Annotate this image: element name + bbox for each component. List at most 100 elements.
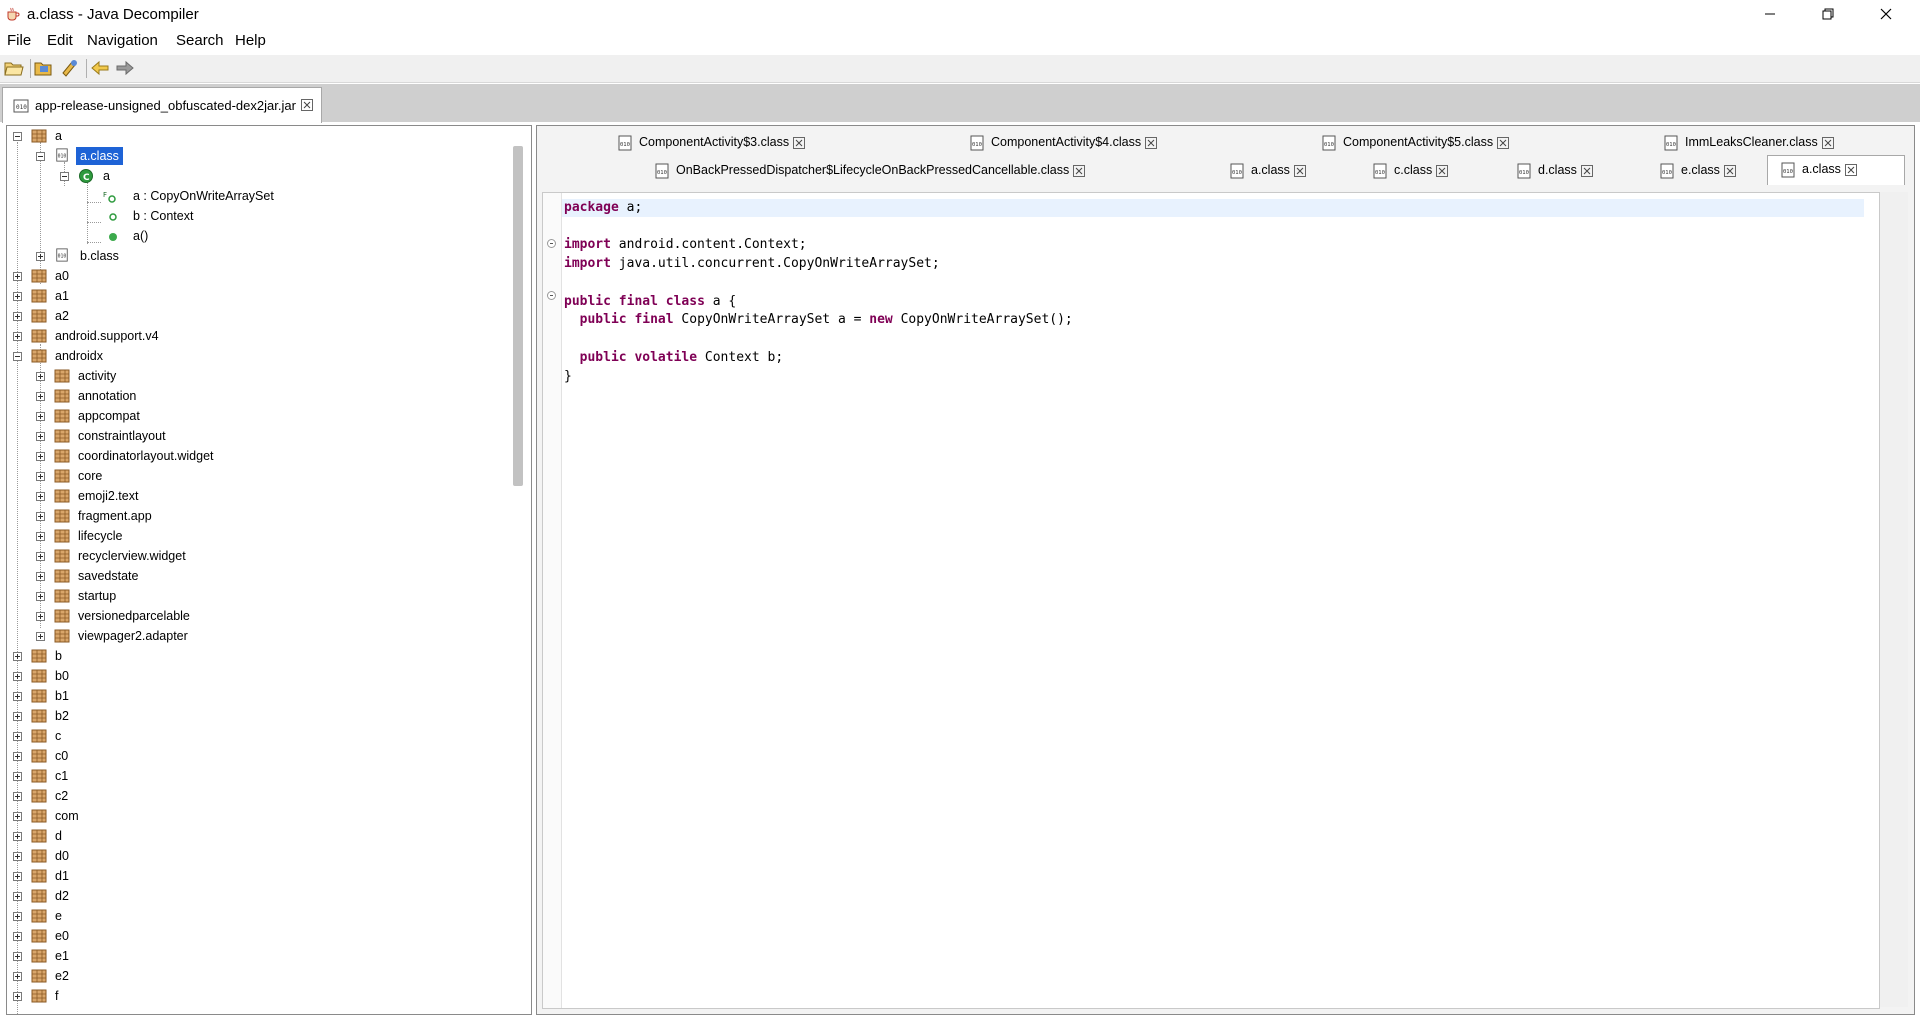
close-tab-icon[interactable]: [1723, 164, 1736, 177]
tree-node-package[interactable]: startup: [7, 586, 507, 606]
tree-node-package[interactable]: com: [7, 806, 507, 826]
menu-help[interactable]: Help: [235, 32, 266, 49]
expand-toggle[interactable]: [13, 672, 22, 681]
menu-search[interactable]: Search: [176, 32, 224, 49]
expand-toggle[interactable]: [13, 272, 22, 281]
expand-toggle[interactable]: [13, 772, 22, 781]
tree-node-package[interactable]: lifecycle: [7, 526, 507, 546]
tree-node-package[interactable]: f: [7, 986, 507, 1006]
fold-toggle[interactable]: [547, 239, 556, 248]
tree-node-package[interactable]: c2: [7, 786, 507, 806]
tree-node-package[interactable]: a0: [7, 266, 507, 286]
tree-node-package[interactable]: recyclerview.widget: [7, 546, 507, 566]
tree-node-package[interactable]: androidx: [7, 346, 507, 366]
close-tab-icon[interactable]: [1821, 136, 1834, 149]
expand-toggle[interactable]: [13, 332, 22, 341]
tree-node-package[interactable]: fragment.app: [7, 506, 507, 526]
expand-toggle[interactable]: [13, 952, 22, 961]
class-tab[interactable]: 010 OnBackPressedDispatcher$LifecycleOnBa…: [654, 157, 1086, 183]
open-folder-icon[interactable]: [34, 59, 54, 77]
package-tree[interactable]: a 010 a.class C a F a : CopyOnWriteArray…: [6, 125, 532, 1015]
expand-toggle[interactable]: [13, 352, 22, 361]
tree-node-package[interactable]: c: [7, 726, 507, 746]
code-editor[interactable]: package a; import android.content.Contex…: [542, 192, 1880, 1009]
tree-node-package[interactable]: activity: [7, 366, 507, 386]
close-tab-icon[interactable]: [1844, 163, 1857, 176]
tree-node-package[interactable]: d0: [7, 846, 507, 866]
expand-toggle[interactable]: [13, 712, 22, 721]
tree-node-field[interactable]: F a : CopyOnWriteArraySet: [7, 186, 507, 206]
expand-toggle[interactable]: [36, 452, 45, 461]
expand-toggle[interactable]: [13, 292, 22, 301]
expand-toggle[interactable]: [13, 652, 22, 661]
close-tab-icon[interactable]: [1436, 164, 1449, 177]
file-tab-jar[interactable]: 010 app-release-unsigned_obfuscated-dex2…: [2, 87, 322, 123]
class-tab-active[interactable]: 010 a.class: [1767, 155, 1905, 185]
tree-node-package[interactable]: annotation: [7, 386, 507, 406]
close-tab-icon[interactable]: [1580, 164, 1593, 177]
tree-node-package[interactable]: core: [7, 466, 507, 486]
tree-node-package[interactable]: b0: [7, 666, 507, 686]
tree-node-package[interactable]: d2: [7, 886, 507, 906]
expand-toggle[interactable]: [36, 632, 45, 641]
close-tab-icon[interactable]: [1497, 136, 1510, 149]
tree-node-package[interactable]: b1: [7, 686, 507, 706]
close-tab-icon[interactable]: [1293, 164, 1306, 177]
expand-toggle[interactable]: [36, 432, 45, 441]
tree-node-package[interactable]: b: [7, 646, 507, 666]
expand-toggle[interactable]: [13, 852, 22, 861]
tree-node-method[interactable]: a(): [7, 226, 507, 246]
menu-edit[interactable]: Edit: [47, 32, 73, 49]
tree-scrollbar[interactable]: [513, 146, 523, 486]
editor-scrollbar[interactable]: [1880, 192, 1908, 1007]
tree-node-package[interactable]: e: [7, 906, 507, 926]
search-type-icon[interactable]: [60, 59, 80, 77]
expand-toggle[interactable]: [36, 372, 45, 381]
class-tab[interactable]: 010 ImmLeaksCleaner.class: [1663, 129, 1834, 155]
expand-toggle[interactable]: [13, 792, 22, 801]
tree-node-package[interactable]: versionedparcelable: [7, 606, 507, 626]
expand-toggle[interactable]: [36, 492, 45, 501]
close-tab-icon[interactable]: [793, 136, 806, 149]
tree-node-package[interactable]: e1: [7, 946, 507, 966]
class-tab[interactable]: 010 ComponentActivity$3.class: [617, 129, 806, 155]
close-tab-icon[interactable]: [301, 99, 313, 111]
tree-node-package[interactable]: e0: [7, 926, 507, 946]
expand-toggle[interactable]: [13, 892, 22, 901]
expand-toggle[interactable]: [13, 312, 22, 321]
class-tab[interactable]: 010 ComponentActivity$5.class: [1321, 129, 1510, 155]
class-tab[interactable]: 010 a.class: [1229, 157, 1306, 183]
tree-node-class[interactable]: 010 b.class: [7, 246, 507, 266]
tree-node-package[interactable]: emoji2.text: [7, 486, 507, 506]
expand-toggle[interactable]: [13, 692, 22, 701]
expand-toggle[interactable]: [13, 832, 22, 841]
expand-toggle[interactable]: [36, 572, 45, 581]
fold-toggle[interactable]: [547, 291, 556, 300]
class-tab[interactable]: 010 c.class: [1372, 157, 1449, 183]
expand-toggle[interactable]: [13, 752, 22, 761]
expand-toggle[interactable]: [36, 392, 45, 401]
tree-node-package[interactable]: c0: [7, 746, 507, 766]
expand-toggle[interactable]: [13, 912, 22, 921]
class-tab[interactable]: 010 d.class: [1516, 157, 1593, 183]
open-file-icon[interactable]: [4, 59, 24, 77]
expand-toggle[interactable]: [36, 592, 45, 601]
forward-arrow-icon[interactable]: [115, 59, 135, 77]
tree-node-package[interactable]: viewpager2.adapter: [7, 626, 507, 646]
tree-node-package[interactable]: a1: [7, 286, 507, 306]
tree-node-package[interactable]: c1: [7, 766, 507, 786]
expand-toggle[interactable]: [36, 612, 45, 621]
tree-node-package[interactable]: android.support.v4: [7, 326, 507, 346]
tree-node-package[interactable]: b2: [7, 706, 507, 726]
expand-toggle[interactable]: [13, 972, 22, 981]
tree-node-package[interactable]: appcompat: [7, 406, 507, 426]
class-tab[interactable]: 010 e.class: [1659, 157, 1736, 183]
minimize-button[interactable]: [1742, 0, 1798, 28]
class-tab[interactable]: 010 ComponentActivity$4.class: [969, 129, 1158, 155]
tree-node-package[interactable]: constraintlayout: [7, 426, 507, 446]
tree-node-package[interactable]: a: [7, 126, 507, 146]
tree-node-package[interactable]: savedstate: [7, 566, 507, 586]
close-tab-icon[interactable]: [1145, 136, 1158, 149]
tree-node-package[interactable]: a2: [7, 306, 507, 326]
expand-toggle[interactable]: [36, 512, 45, 521]
